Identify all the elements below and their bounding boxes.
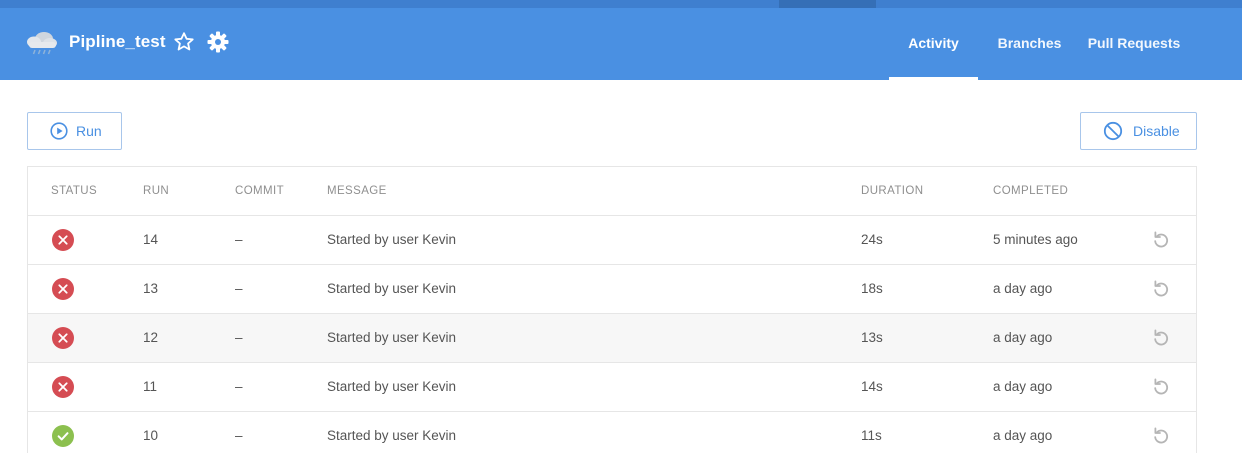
pipeline-title: Pipline_test — [69, 32, 166, 51]
play-circle-icon — [50, 122, 68, 140]
run-duration: 18s — [861, 281, 883, 296]
run-completed: a day ago — [993, 330, 1053, 345]
run-number: 11 — [143, 379, 158, 394]
star-outline-icon[interactable] — [172, 30, 196, 54]
table-row[interactable]: 12 – Started by user Kevin 13s a day ago — [28, 314, 1196, 363]
pipeline-header: Pipline_test Activity Branches Pull Requ… — [0, 8, 1242, 80]
replay-icon[interactable] — [1150, 278, 1172, 300]
disable-button-label: Disable — [1133, 123, 1180, 139]
gear-icon[interactable] — [206, 30, 230, 54]
run-completed: a day ago — [993, 428, 1053, 443]
failed-status-icon — [52, 327, 74, 349]
top-strip — [0, 0, 1242, 8]
failed-status-icon — [52, 278, 74, 300]
run-number: 12 — [143, 330, 159, 345]
rain-cloud-icon — [25, 30, 59, 56]
run-number: 13 — [143, 281, 159, 296]
failed-status-icon — [52, 376, 74, 398]
top-strip-segment — [779, 0, 876, 8]
run-message: Started by user Kevin — [327, 330, 457, 345]
column-run: RUN — [143, 185, 170, 197]
run-button-label: Run — [76, 123, 102, 139]
run-message: Started by user Kevin — [327, 379, 457, 394]
table-header: STATUS RUN COMMIT MESSAGE DURATION COMPL… — [28, 167, 1196, 216]
run-button[interactable]: Run — [27, 112, 122, 150]
tab-activity[interactable]: Activity — [889, 8, 978, 80]
run-message: Started by user Kevin — [327, 428, 457, 443]
tab-pull-requests[interactable]: Pull Requests — [1086, 8, 1182, 80]
column-completed: COMPLETED — [993, 185, 1069, 197]
run-duration: 11s — [861, 428, 882, 443]
column-status: STATUS — [51, 185, 98, 197]
table-row[interactable]: 13 – Started by user Kevin 18s a day ago — [28, 265, 1196, 314]
run-message: Started by user Kevin — [327, 281, 457, 296]
run-message: Started by user Kevin — [327, 232, 457, 247]
replay-icon[interactable] — [1150, 229, 1172, 251]
run-duration: 13s — [861, 330, 883, 345]
run-completed: a day ago — [993, 281, 1053, 296]
table-row[interactable]: 10 – Started by user Kevin 11s a day ago — [28, 412, 1196, 453]
commit-hash: – — [235, 379, 243, 394]
column-commit: COMMIT — [235, 185, 285, 197]
ban-icon — [1103, 121, 1123, 141]
table-row[interactable]: 14 – Started by user Kevin 24s 5 minutes… — [28, 216, 1196, 265]
column-message: MESSAGE — [327, 185, 387, 197]
run-number: 10 — [143, 428, 159, 443]
run-duration: 24s — [861, 232, 883, 247]
run-number: 14 — [143, 232, 159, 247]
run-completed: a day ago — [993, 379, 1053, 394]
commit-hash: – — [235, 330, 243, 345]
activity-table: STATUS RUN COMMIT MESSAGE DURATION COMPL… — [27, 166, 1197, 453]
run-completed: 5 minutes ago — [993, 232, 1078, 247]
run-duration: 14s — [861, 379, 883, 394]
table-row[interactable]: 11 – Started by user Kevin 14s a day ago — [28, 363, 1196, 412]
commit-hash: – — [235, 232, 243, 247]
disable-button[interactable]: Disable — [1080, 112, 1197, 150]
commit-hash: – — [235, 281, 243, 296]
tab-branches[interactable]: Branches — [986, 8, 1073, 80]
commit-hash: – — [235, 428, 243, 443]
replay-icon[interactable] — [1150, 376, 1172, 398]
column-duration: DURATION — [861, 185, 924, 197]
replay-icon[interactable] — [1150, 425, 1172, 447]
replay-icon[interactable] — [1150, 327, 1172, 349]
failed-status-icon — [52, 229, 74, 251]
success-status-icon — [52, 425, 74, 447]
